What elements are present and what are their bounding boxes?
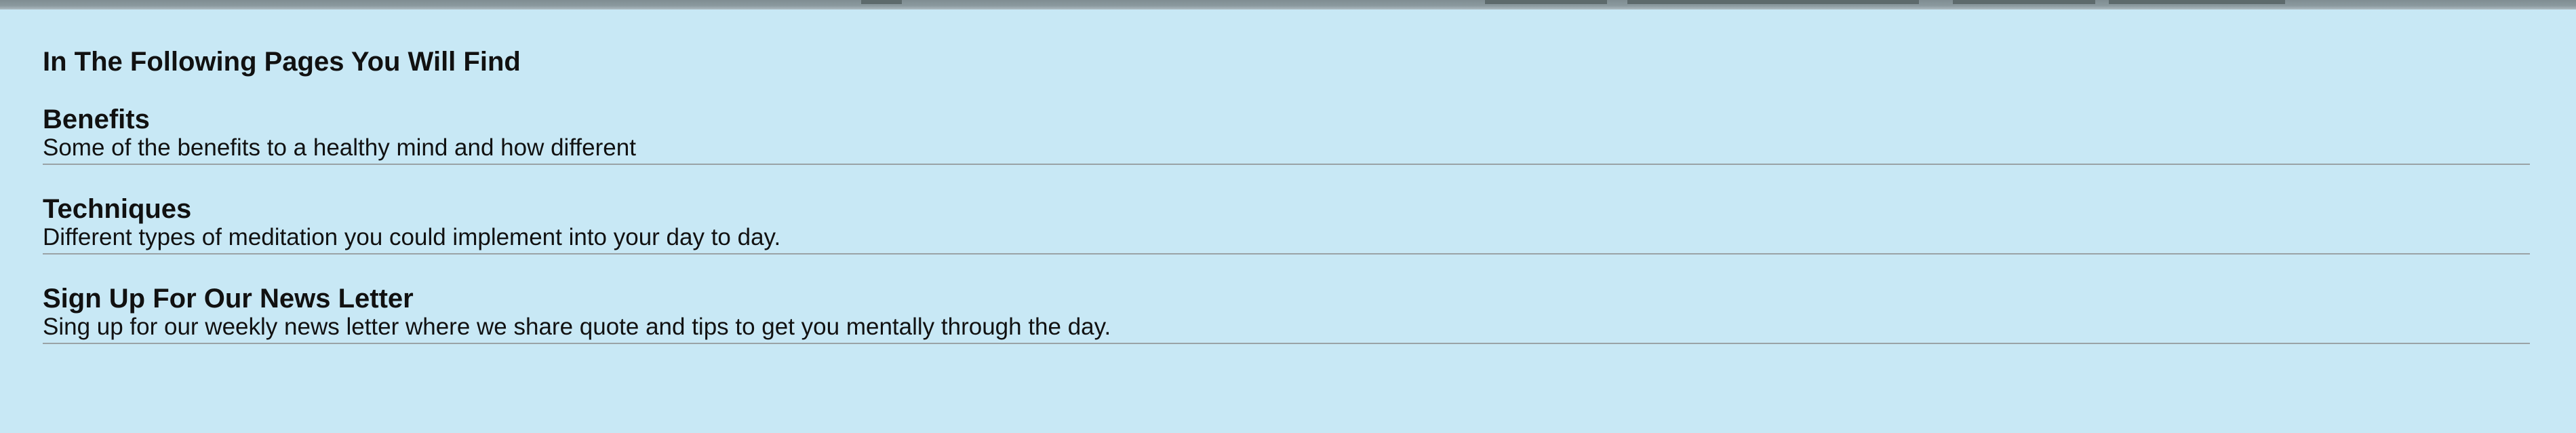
page-title: In The Following Pages You Will Find	[43, 47, 521, 77]
section-benefits: Benefits Some of the benefits to a healt…	[43, 105, 2530, 165]
section-heading: Benefits	[43, 105, 150, 134]
header-image-strip	[0, 0, 2576, 10]
header-image-detail	[1485, 0, 1607, 4]
header-image-detail	[861, 0, 902, 4]
section-description: Different types of meditation you could …	[43, 224, 781, 250]
section-heading: Sign Up For Our News Letter	[43, 284, 414, 314]
section-divider	[43, 253, 2530, 255]
section-description: Sing up for our weekly news letter where…	[43, 314, 1111, 340]
header-image-detail	[1627, 0, 1919, 4]
section-divider	[43, 164, 2530, 165]
section-techniques: Techniques Different types of meditation…	[43, 195, 2530, 255]
header-image-detail	[2109, 0, 2285, 4]
section-heading: Techniques	[43, 194, 192, 224]
section-newsletter: Sign Up For Our News Letter Sing up for …	[43, 284, 2530, 344]
sections-list: Benefits Some of the benefits to a healt…	[43, 105, 2530, 344]
section-divider	[43, 343, 2530, 344]
header-image-detail	[1953, 0, 2095, 4]
main-content: In The Following Pages You Will Find Ben…	[43, 10, 2530, 344]
section-description: Some of the benefits to a healthy mind a…	[43, 134, 636, 161]
